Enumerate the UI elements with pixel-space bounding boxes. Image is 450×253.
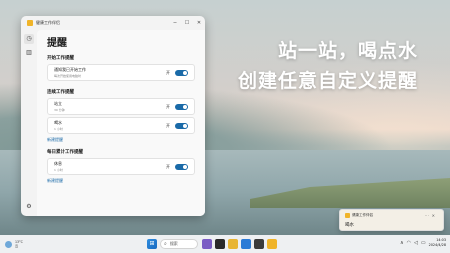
title-bar[interactable]: 健康工作伴侣 ─ ☐ ✕ <box>21 16 205 30</box>
new-reminder-link[interactable]: 新建提醒 <box>47 137 195 143</box>
toggle-state-label: 开 <box>166 122 170 128</box>
reminder-name: 休息 <box>54 161 62 166</box>
start-icon[interactable]: ⊞ <box>147 239 157 249</box>
toggle-state-label: 开 <box>166 103 170 109</box>
app-logo-icon <box>27 20 33 26</box>
reminder-card: 休息 1 小时 开 <box>47 158 195 175</box>
weather-widget[interactable]: 13°C 云 <box>5 240 23 248</box>
reminder-interval: 1 小时 <box>54 127 63 131</box>
section-title: 开始工作提醒 <box>47 56 74 61</box>
promo-headline-1: 站一站，喝点水 <box>277 40 418 62</box>
toggle-state-label: 开 <box>166 69 170 75</box>
stats-nav-icon[interactable]: ▥ <box>24 48 34 58</box>
section-title: 连续工作提醒 <box>47 90 74 95</box>
weather-desc: 云 <box>15 244 19 248</box>
wifi-icon[interactable]: ◠ <box>407 240 411 246</box>
nav-sidebar: ◷ ▥ ⚙ <box>21 30 37 216</box>
reminder-interval: 1 小时 <box>54 168 63 172</box>
reminder-name: 喝水 <box>54 120 62 125</box>
close-icon[interactable]: ✕ <box>193 16 205 30</box>
reminder-name: 通知我已开始工作 <box>54 67 86 72</box>
edge-icon[interactable] <box>241 239 251 249</box>
window-title: 健康工作伴侣 <box>36 20 60 25</box>
reminder-card: 喝水 1 小时 开 <box>47 117 195 134</box>
search-icon: ⌕ <box>164 241 167 247</box>
reminder-interval: 30 分钟 <box>54 108 65 112</box>
reminder-toggle[interactable] <box>175 69 188 76</box>
store-icon[interactable] <box>254 239 264 249</box>
volume-icon[interactable]: ◁ <box>414 240 418 246</box>
search-placeholder: 搜索 <box>169 241 178 246</box>
maximize-icon[interactable]: ☐ <box>181 16 193 30</box>
toast-controls[interactable]: ⋯✕ <box>425 213 438 218</box>
toast-app-name: 健康工作伴侣 <box>352 213 373 217</box>
promo-headline-2: 创建任意自定义提醒 <box>237 70 418 92</box>
section-title: 每日累计工作提醒 <box>47 150 83 155</box>
reminder-toggle[interactable] <box>175 163 188 170</box>
reminder-name: 站立 <box>54 101 62 106</box>
clock[interactable]: 14:03 2024/4/28 <box>429 238 446 248</box>
app-logo-icon <box>345 213 350 218</box>
toggle-state-label: 开 <box>166 163 170 169</box>
folder-icon[interactable] <box>228 239 238 249</box>
app-logo-icon[interactable] <box>267 239 277 249</box>
reminder-card: 通知我已开始工作 每次开始使用电脑时 开 <box>47 64 195 81</box>
gear-icon[interactable]: ⚙ <box>24 202 34 212</box>
system-tray: ∧ ◠ ◁ ▭ 14:03 2024/4/28 <box>400 238 446 248</box>
reminders-page: 提醒 开始工作提醒 通知我已开始工作 每次开始使用电脑时 开 连续工作提醒 站立… <box>37 30 205 216</box>
taskbar: 13°C 云 ⊞ ⌕ 搜索 ∧ ◠ ◁ ▭ 14:03 2024/4/28 <box>0 235 450 253</box>
toast-message: 喝水 <box>345 223 354 228</box>
reminder-toggle[interactable] <box>175 122 188 129</box>
new-reminder-link[interactable]: 新建提醒 <box>47 178 195 184</box>
reminders-nav-icon[interactable]: ◷ <box>24 34 34 44</box>
app-window: 健康工作伴侣 ─ ☐ ✕ ◷ ▥ ⚙ 提醒 开始工作提醒 通知我已开始工作 每次… <box>21 16 205 216</box>
taskbar-apps: ⊞ ⌕ 搜索 <box>147 239 280 249</box>
minimize-icon[interactable]: ─ <box>169 16 181 30</box>
search-input[interactable]: ⌕ 搜索 <box>160 239 198 249</box>
app-icon[interactable] <box>202 239 212 249</box>
app-icon[interactable] <box>215 239 225 249</box>
notification-toast[interactable]: 健康工作伴侣 ⋯✕ 喝水 <box>339 209 444 231</box>
clock-date: 2024/4/28 <box>428 243 446 247</box>
chevron-up-icon[interactable]: ∧ <box>400 240 404 246</box>
battery-icon[interactable]: ▭ <box>421 240 426 246</box>
window-controls: ─ ☐ ✕ <box>169 16 205 30</box>
reminder-interval: 每次开始使用电脑时 <box>54 74 82 78</box>
reminder-toggle[interactable] <box>175 103 188 110</box>
reminder-card: 站立 30 分钟 开 <box>47 98 195 115</box>
weather-icon <box>5 240 12 248</box>
page-title: 提醒 <box>47 38 67 49</box>
